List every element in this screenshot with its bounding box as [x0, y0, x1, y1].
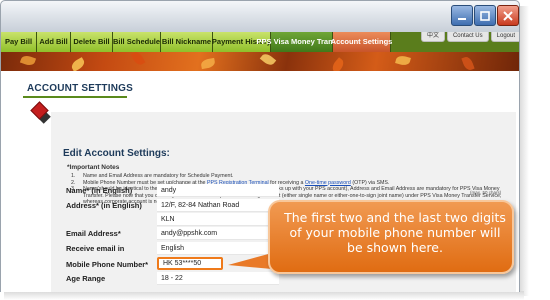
- tab-delete-bill[interactable]: Delete Bill: [71, 32, 113, 52]
- callout-bubble: The first two and the last two digits of…: [268, 200, 514, 274]
- leaf-decoration: [330, 57, 346, 71]
- leaf-decoration: [200, 57, 216, 70]
- email-field[interactable]: andy@ppshk.com: [157, 227, 279, 240]
- age-range-select[interactable]: 18 - 22: [157, 272, 279, 285]
- leaf-decoration: [19, 53, 37, 68]
- close-icon: [503, 10, 513, 21]
- note-item: 2. Mobile Phone Number must be set up/ch…: [71, 179, 390, 186]
- close-button[interactable]: [497, 5, 519, 26]
- email-label: Email Address*: [66, 229, 121, 238]
- leaf-decoration: [69, 57, 87, 71]
- note-item: 1. Name and Email Address are mandatory …: [71, 173, 234, 179]
- minimize-icon: [458, 17, 466, 20]
- important-notes-heading: *Important Notes: [67, 164, 120, 171]
- leaf-decoration: [395, 54, 411, 67]
- autumn-leaves-banner: [1, 52, 519, 71]
- section-header: ACCOUNT SETTINGS: [1, 71, 519, 103]
- tab-pay-bill[interactable]: Pay Bill: [1, 32, 37, 52]
- leaf-decoration: [461, 55, 475, 71]
- tab-add-bill[interactable]: Add Bill: [37, 32, 71, 52]
- mobile-number-field: HK 53****50: [157, 257, 223, 270]
- address-line1-field[interactable]: 12/F, 82-84 Nathan Road: [157, 199, 279, 212]
- address-label: Address* (in English): [66, 201, 142, 210]
- logout-link[interactable]: Logout: [490, 32, 519, 42]
- receive-email-label: Receive email in: [66, 244, 125, 253]
- contact-us-link[interactable]: Contact Us: [446, 32, 489, 42]
- callout-text: The first two and the last two digits of…: [284, 210, 506, 255]
- mobile-label: Mobile Phone Number*: [66, 260, 149, 269]
- name-max-chars-hint: (max. 50 chars): [470, 190, 502, 195]
- tab-pps-visa-money-transfer[interactable]: PPS Visa Money Transfer: [257, 32, 346, 52]
- leaf-decoration: [259, 52, 277, 68]
- main-navigation: Pay Bill Add Bill Delete Bill Bill Sched…: [1, 32, 519, 52]
- age-label: Age Range: [66, 274, 106, 283]
- maximize-button[interactable]: [474, 5, 496, 26]
- minimize-button[interactable]: [451, 5, 473, 26]
- tab-bill-schedule[interactable]: Bill Schedule: [113, 32, 161, 52]
- tab-account-settings[interactable]: Account Settings: [331, 32, 392, 52]
- window-titlebar[interactable]: [0, 0, 520, 32]
- window-shadow-right: [519, 6, 529, 296]
- address-line2-field[interactable]: KLN: [157, 213, 279, 226]
- leaf-decoration: [130, 52, 146, 67]
- name-field[interactable]: andy: [157, 184, 279, 197]
- tab-bill-nickname[interactable]: Bill Nickname: [161, 32, 213, 52]
- maximize-icon: [480, 10, 490, 21]
- page-title: ACCOUNT SETTINGS: [27, 83, 133, 94]
- name-label: Name* (in English): [66, 186, 133, 195]
- window-shadow-bottom: [4, 291, 524, 300]
- language-link[interactable]: 中文: [420, 32, 445, 42]
- edit-settings-heading: Edit Account Settings:: [63, 148, 170, 159]
- browser-window: Pay Bill Add Bill Delete Bill Bill Sched…: [0, 0, 550, 300]
- utility-links: 中文 Contact Us Logout: [387, 32, 519, 42]
- otp-link[interactable]: One-time password: [305, 180, 351, 186]
- title-underline: [23, 96, 127, 98]
